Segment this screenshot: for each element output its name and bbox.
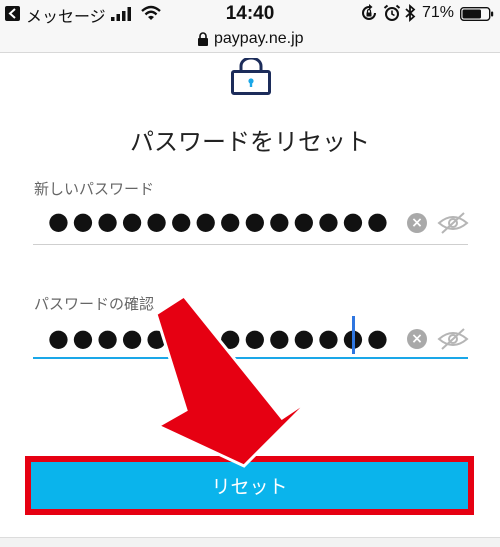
confirm-password-label: パスワードの確認 <box>34 295 155 313</box>
browser-url-bar[interactable]: paypay.ne.jp <box>0 30 500 53</box>
text-cursor <box>352 316 355 354</box>
new-password-input[interactable]: ●●●●●●●●●●●●●● <box>48 207 392 235</box>
confirm-password-clear-icon[interactable]: × <box>407 329 427 349</box>
battery-icon <box>460 7 494 21</box>
new-password-clear-icon[interactable]: × <box>407 213 427 233</box>
reset-button-highlight-frame: リセット <box>25 456 474 515</box>
url-text[interactable]: paypay.ne.jp <box>214 30 304 48</box>
new-password-underline <box>33 244 468 245</box>
new-password-eye-slash-icon[interactable] <box>437 211 469 235</box>
alarm-icon <box>383 4 401 21</box>
status-bar: メッセージ 14:40 71% <box>0 0 500 30</box>
new-password-label: 新しいパスワード <box>34 180 155 198</box>
bluetooth-icon <box>405 4 416 22</box>
confirm-password-input[interactable]: ●●●●●●●●●●●●●● <box>48 324 392 352</box>
reset-button[interactable]: リセット <box>31 462 468 509</box>
battery-percent: 71% <box>422 4 455 21</box>
confirm-password-underline <box>33 357 468 359</box>
lock-icon <box>231 58 271 95</box>
rotation-lock-icon <box>362 4 376 20</box>
page-title: パスワードをリセット <box>130 128 370 156</box>
confirm-password-eye-slash-icon[interactable] <box>437 327 469 351</box>
secure-lock-icon <box>198 32 208 46</box>
